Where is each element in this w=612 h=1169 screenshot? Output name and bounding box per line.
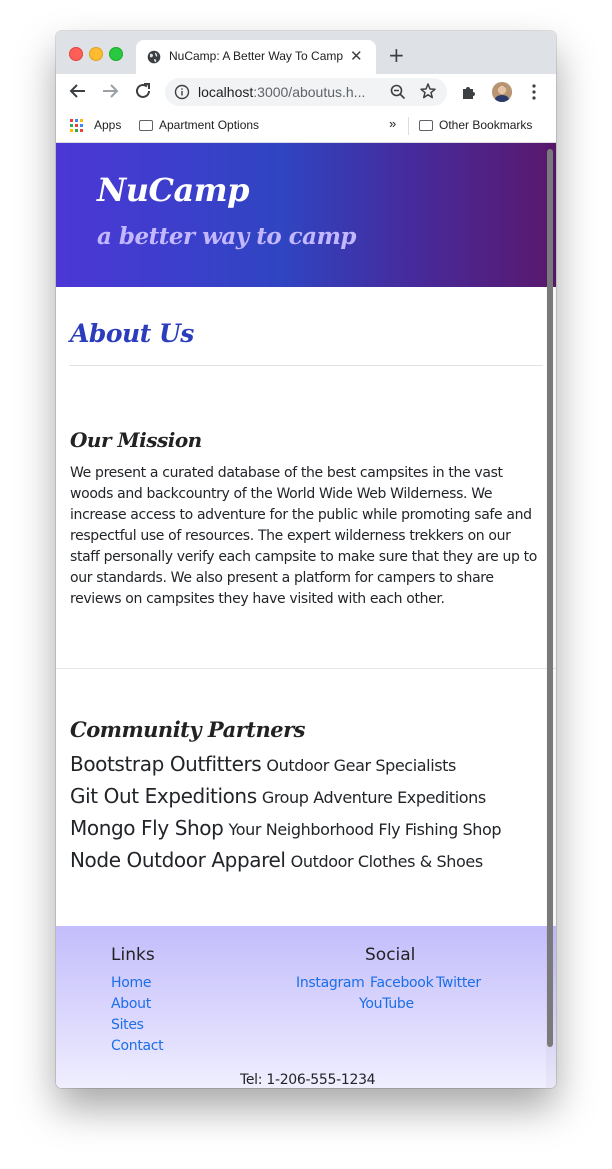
partner-description: Your Neighborhood Fly Fishing Shop	[228, 820, 502, 839]
zoom-out-icon[interactable]	[389, 83, 407, 101]
site-footer: Links Home About Sites Contact Social In…	[56, 926, 556, 1088]
bookmark-other-bookmarks[interactable]: Other Bookmarks	[419, 118, 532, 132]
url-host: localhost	[198, 84, 254, 100]
bookmark-apps[interactable]: Apps	[94, 118, 121, 132]
partner-item: Bootstrap Outfitters Outdoor Gear Specia…	[70, 752, 550, 776]
globe-icon	[147, 50, 161, 64]
bookmarks-divider	[408, 117, 409, 135]
partner-item: Node Outdoor Apparel Outdoor Clothes & S…	[70, 848, 550, 872]
social-link-instagram[interactable]: Instagram	[296, 975, 365, 991]
footer-link-contact[interactable]: Contact	[111, 1038, 164, 1054]
extensions-puzzle-icon[interactable]	[460, 83, 478, 101]
section-divider	[56, 668, 556, 669]
folder-icon	[139, 120, 153, 131]
footer-link-home[interactable]: Home	[111, 975, 151, 991]
folder-icon	[419, 120, 433, 131]
footer-link-sites[interactable]: Sites	[111, 1017, 144, 1033]
person-icon	[492, 82, 512, 102]
profile-avatar[interactable]	[492, 82, 512, 102]
social-link-twitter[interactable]: Twitter	[436, 975, 481, 991]
jumbotron-header: NuCamp a better way to camp	[56, 143, 556, 287]
partner-name: Node Outdoor Apparel	[70, 848, 286, 872]
partner-description: Group Adventure Expeditions	[261, 788, 486, 807]
partner-description: Outdoor Gear Specialists	[266, 756, 456, 775]
tab-strip: NuCamp: A Better Way To Camp ✕ +	[56, 31, 556, 74]
browser-window: NuCamp: A Better Way To Camp ✕ + localho…	[56, 31, 556, 1088]
partner-description: Outdoor Clothes & Shoes	[290, 852, 484, 871]
footer-links-heading: Links	[111, 945, 155, 965]
maximize-window-button[interactable]	[109, 47, 123, 61]
url-text[interactable]: localhost:3000/aboutus.h...	[198, 84, 365, 100]
partner-item: Git Out Expeditions Group Adventure Expe…	[70, 784, 550, 808]
menu-kebab-icon[interactable]	[531, 83, 537, 101]
close-tab-icon[interactable]: ✕	[350, 47, 363, 65]
forward-arrow-icon[interactable]	[99, 80, 121, 102]
partner-name: Bootstrap Outfitters	[70, 752, 262, 776]
footer-social-heading: Social	[365, 945, 416, 965]
partners-heading: Community Partners	[70, 717, 306, 742]
mission-paragraph: We present a curated database of the bes…	[70, 465, 537, 607]
brand-tagline: a better way to camp	[97, 223, 357, 250]
page-title: About Us	[70, 319, 194, 348]
footer-phone: Tel: 1-206-555-1234	[240, 1072, 376, 1088]
browser-tab[interactable]: NuCamp: A Better Way To Camp ✕	[136, 40, 376, 74]
page-content: NuCamp a better way to camp About Us Our…	[56, 143, 556, 1088]
url-path: :3000/aboutus.h...	[253, 84, 366, 100]
bookmark-apartment-options[interactable]: Apartment Options	[139, 118, 259, 132]
apps-grid-icon	[70, 119, 84, 133]
social-link-youtube[interactable]: YouTube	[359, 996, 414, 1012]
tab-title: NuCamp: A Better Way To Camp	[169, 49, 344, 63]
bookmarks-bar: Apps Apartment Options » Other Bookmarks	[56, 110, 556, 143]
divider	[69, 365, 543, 366]
bookmark-apartment-label: Apartment Options	[159, 118, 260, 132]
partner-name: Mongo Fly Shop	[70, 816, 224, 840]
site-info-icon[interactable]	[174, 84, 190, 100]
reload-icon[interactable]	[132, 80, 154, 102]
partner-name: Git Out Expeditions	[70, 784, 257, 808]
address-bar[interactable]: localhost:3000/aboutus.h...	[165, 78, 447, 106]
mission-heading: Our Mission	[70, 428, 202, 452]
bookmark-star-icon[interactable]	[419, 82, 437, 100]
social-link-facebook[interactable]: Facebook	[370, 975, 434, 991]
partner-item: Mongo Fly Shop Your Neighborhood Fly Fis…	[70, 816, 550, 840]
scrollbar-thumb[interactable]	[547, 149, 553, 1047]
footer-link-about[interactable]: About	[111, 996, 151, 1012]
bookmark-other-label: Other Bookmarks	[439, 118, 533, 132]
browser-toolbar: localhost:3000/aboutus.h...	[56, 74, 556, 110]
brand-title: NuCamp	[97, 171, 249, 209]
close-window-button[interactable]	[69, 47, 83, 61]
new-tab-button[interactable]: +	[388, 43, 405, 67]
minimize-window-button[interactable]	[89, 47, 103, 61]
back-arrow-icon[interactable]	[67, 80, 89, 102]
bookmarks-overflow-chevron[interactable]: »	[389, 116, 396, 131]
